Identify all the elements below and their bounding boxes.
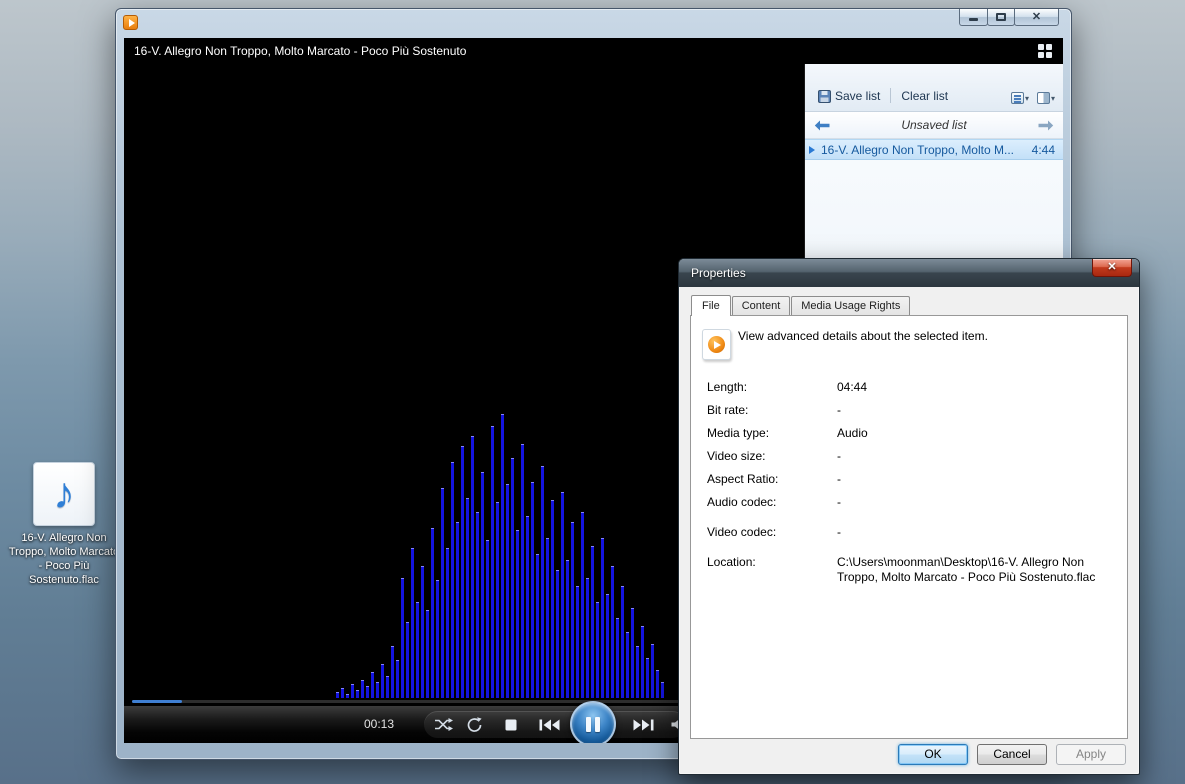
clear-list-button[interactable]: Clear list — [898, 88, 951, 104]
playlist-nav: Unsaved list — [805, 112, 1063, 139]
field-video-codec: Video codec: - — [707, 525, 841, 539]
list-options-button[interactable]: ▾ — [1010, 92, 1029, 104]
now-playing-indicator-icon — [809, 146, 815, 154]
save-icon — [818, 89, 831, 103]
previous-icon — [539, 719, 559, 730]
repeat-button[interactable] — [462, 706, 488, 743]
close-icon: ✕ — [1031, 10, 1042, 23]
maximize-button[interactable] — [987, 9, 1015, 26]
playlist-item-title: 16-V. Allegro Non Troppo, Molto M... — [821, 142, 1014, 157]
next-button[interactable] — [628, 706, 658, 743]
desktop: ♪ 16-V. Allegro Non Troppo, Molto Marcat… — [0, 0, 1185, 784]
maximize-icon — [996, 13, 1006, 21]
play-pause-button[interactable] — [570, 701, 616, 743]
wmp-emblem-icon — [708, 336, 725, 353]
file-tab-page: View advanced details about the selected… — [690, 315, 1128, 739]
seek-progress — [132, 700, 182, 703]
now-playing-title: 16-V. Allegro Non Troppo, Molto Marcato … — [134, 44, 467, 58]
dialog-title: Properties — [691, 266, 746, 280]
stop-icon — [505, 719, 517, 730]
audio-file-icon: ♪ — [33, 462, 95, 526]
media-file-icon — [702, 329, 731, 360]
grid-icon — [1038, 44, 1044, 50]
close-button[interactable]: ✕ — [1014, 9, 1059, 26]
next-list-arrow-icon[interactable] — [1038, 120, 1054, 131]
elapsed-time: 00:13 — [364, 717, 395, 731]
field-bit-rate: Bit rate: - — [707, 403, 841, 417]
dialog-description: View advanced details about the selected… — [738, 329, 988, 343]
properties-fields: Length: 04:44 Bit rate: - Media type: Au… — [707, 380, 1113, 593]
visualization-bars — [336, 398, 670, 698]
desktop-file-shortcut[interactable]: ♪ 16-V. Allegro Non Troppo, Molto Marcat… — [8, 462, 120, 587]
stop-button[interactable] — [498, 706, 524, 743]
wmp-app-icon — [123, 15, 138, 30]
toolbar-divider — [890, 88, 892, 103]
tab-file[interactable]: File — [691, 295, 731, 316]
field-audio-codec: Audio codec: - — [707, 495, 841, 509]
field-video-size: Video size: - — [707, 449, 841, 463]
field-media-type: Media type: Audio — [707, 426, 868, 440]
apply-button[interactable]: Apply — [1056, 744, 1126, 765]
view-options-icon — [1036, 92, 1050, 104]
list-options-icon — [1010, 92, 1024, 104]
previous-list-arrow-icon[interactable] — [814, 120, 830, 131]
save-list-label: Save list — [835, 89, 881, 103]
playlist-item-duration: 4:44 — [1031, 142, 1055, 157]
field-length: Length: 04:44 — [707, 380, 868, 394]
next-icon — [633, 719, 653, 730]
music-note-icon: ♪ — [53, 469, 75, 518]
switch-to-library-button[interactable] — [1038, 44, 1053, 59]
shuffle-button[interactable] — [430, 706, 456, 743]
save-list-button[interactable]: Save list — [815, 88, 883, 104]
clear-list-label: Clear list — [901, 89, 949, 103]
dialog-tabs: File Content Media Usage Rights — [679, 294, 1139, 316]
dialog-close-button[interactable]: ✕ — [1092, 259, 1132, 277]
close-icon: ✕ — [1107, 261, 1117, 273]
desktop-file-label: 16-V. Allegro Non Troppo, Molto Marcato … — [8, 532, 120, 586]
minimize-icon — [969, 18, 978, 21]
playlist-title: Unsaved list — [901, 118, 967, 132]
ok-button[interactable]: OK — [898, 744, 968, 765]
dialog-titlebar[interactable]: Properties ✕ — [679, 259, 1139, 287]
shuffle-icon — [434, 718, 453, 731]
field-aspect-ratio: Aspect Ratio: - — [707, 472, 841, 486]
window-controls: ✕ — [959, 9, 1059, 26]
minimize-button[interactable] — [959, 9, 988, 26]
view-options-button[interactable]: ▾ — [1036, 92, 1055, 104]
dialog-buttons: OK Cancel Apply — [898, 744, 1126, 765]
chevron-down-icon: ▾ — [1050, 93, 1055, 103]
playlist-toolbar: Save list Clear list ▾ ▾ — [805, 64, 1063, 112]
tab-media-usage-rights[interactable]: Media Usage Rights — [791, 296, 911, 315]
chevron-down-icon: ▾ — [1024, 93, 1029, 103]
field-location: Location: C:\Users\moonman\Desktop\16-V.… — [707, 555, 1096, 584]
previous-button[interactable] — [534, 706, 564, 743]
repeat-icon — [467, 717, 482, 732]
properties-dialog: Properties ✕ File Content Media Usage Ri… — [678, 258, 1140, 775]
cancel-button[interactable]: Cancel — [977, 744, 1047, 765]
pause-icon — [586, 716, 591, 732]
wmp-titlebar[interactable]: ✕ — [116, 9, 1071, 38]
now-playing-header: 16-V. Allegro Non Troppo, Molto Marcato … — [124, 38, 1063, 64]
tab-content[interactable]: Content — [731, 296, 791, 315]
playlist-item[interactable]: 16-V. Allegro Non Troppo, Molto M... 4:4… — [805, 139, 1063, 160]
